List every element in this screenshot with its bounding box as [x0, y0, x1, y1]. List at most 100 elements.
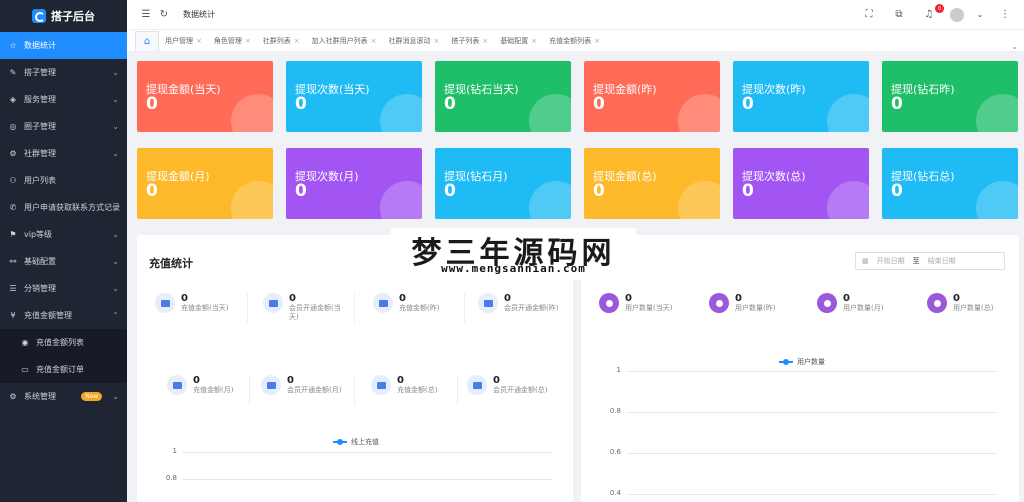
menu-toggle-icon[interactable]: ☰	[137, 9, 155, 20]
stat-text: 0 用户数量(总)	[953, 293, 993, 313]
sidebar-item-label: 服务管理	[24, 95, 56, 104]
translate-icon[interactable]: ⧉	[890, 9, 908, 20]
stat-card[interactable]: 提现次数(总) 0	[733, 148, 869, 219]
sidebar-item-1[interactable]: ✎ 搭子管理 ⌄	[0, 59, 127, 86]
sidebar-item-5[interactable]: ⚇ 用户列表	[0, 167, 127, 194]
close-icon[interactable]: ×	[245, 37, 251, 45]
y-tick-label: 0.6	[609, 448, 621, 456]
tab-label: 社群消息滚动	[388, 37, 431, 45]
card-value: 0	[742, 181, 754, 201]
sidebar-item-4[interactable]: ⚙ 社群管理 ⌄	[0, 140, 127, 167]
stat-item: 0 用户数量(月)	[817, 293, 883, 313]
chevron-down-icon[interactable]: ⌄	[1011, 42, 1018, 51]
fullscreen-icon[interactable]: ⛶	[860, 9, 878, 20]
gridline	[183, 452, 553, 453]
date-start[interactable]: 开始日期	[877, 256, 905, 266]
chevron-down-icon[interactable]: ⌄	[976, 10, 984, 19]
sidebar-item-label: 社群管理	[24, 149, 56, 158]
chevron-icon: ⌄	[112, 230, 119, 239]
chevron-icon: ⌄	[112, 284, 119, 293]
card-decoration	[380, 94, 422, 132]
sidebar-item-label: 分销管理	[24, 284, 56, 293]
divider	[457, 375, 458, 405]
wallet-icon	[155, 293, 175, 313]
card-value: 0	[891, 94, 903, 114]
sidebar-item-7[interactable]: ⚑ vip等级 ⌄	[0, 221, 127, 248]
sidebar-item-12[interactable]: ▭ 充值金额订单	[0, 356, 127, 383]
sidebar-item-13[interactable]: ⚙ 系统管理 New ⌄	[0, 383, 127, 410]
chevron-icon: ⌄	[112, 95, 119, 104]
circle-icon: ◎	[9, 122, 17, 131]
stat-value: 0	[843, 293, 850, 304]
avatar[interactable]	[950, 7, 964, 22]
wallet-icon	[371, 375, 391, 395]
stat-text: 0 用户数量(当天)	[625, 293, 672, 313]
stat-card[interactable]: 提现金额(当天) 0	[137, 61, 273, 132]
date-end[interactable]: 结束日期	[928, 256, 956, 266]
dot-icon: ◉	[21, 338, 29, 347]
sidebar-item-2[interactable]: ◈ 服务管理 ⌄	[0, 86, 127, 113]
gridline	[183, 479, 553, 480]
card-value: 0	[593, 94, 605, 114]
gridline	[627, 494, 997, 495]
tab-7[interactable]: 充值金额列表 ×	[543, 31, 606, 51]
stat-card[interactable]: 提现金额(总) 0	[584, 148, 720, 219]
card-decoration	[380, 181, 422, 219]
sidebar-item-9[interactable]: ☰ 分销管理 ⌄	[0, 275, 127, 302]
refresh-icon[interactable]: ↻	[155, 9, 173, 20]
stat-label: 充值金额(昨)	[399, 304, 440, 312]
tab-home[interactable]: ⌂	[135, 31, 159, 51]
sidebar-item-0[interactable]: ☆ 数据统计	[0, 32, 127, 59]
stat-card[interactable]: 提现金额(昨) 0	[584, 61, 720, 132]
close-icon[interactable]: ×	[482, 37, 488, 45]
close-icon[interactable]: ×	[196, 37, 202, 45]
card-decoration	[678, 181, 720, 219]
sidebar-item-label: 系统管理	[24, 392, 56, 401]
stat-value: 0	[493, 375, 500, 386]
tab-1[interactable]: 角色管理 ×	[208, 31, 257, 51]
sidebar-item-11[interactable]: ◉ 充值金额列表	[0, 329, 127, 356]
stat-card[interactable]: 提现次数(当天) 0	[286, 61, 422, 132]
stat-label: 用户数量(当天)	[625, 304, 673, 312]
stat-value: 0	[181, 293, 188, 304]
new-badge: New	[81, 392, 103, 401]
stat-card[interactable]: 提现(钻石月) 0	[435, 148, 571, 219]
date-range-picker[interactable]: ▦ 开始日期 至 结束日期	[855, 252, 1005, 270]
stat-card[interactable]: 提现次数(月) 0	[286, 148, 422, 219]
stat-value: 0	[289, 293, 296, 304]
gridline	[627, 371, 997, 372]
stat-card[interactable]: 提现(钻石当天) 0	[435, 61, 571, 132]
close-icon[interactable]: ×	[371, 37, 377, 45]
icon-glyph	[823, 299, 831, 307]
tab-4[interactable]: 社群消息滚动 ×	[383, 31, 446, 51]
icon-glyph	[605, 299, 613, 307]
app-logo[interactable]: 搭子后台	[0, 0, 127, 32]
tab-2[interactable]: 社群列表 ×	[257, 31, 306, 51]
tab-3[interactable]: 加入社群用户列表 ×	[306, 31, 383, 51]
close-icon[interactable]: ×	[531, 37, 537, 45]
bell-icon[interactable]: ♫ 0	[920, 4, 944, 20]
more-icon[interactable]: ⋮	[996, 9, 1014, 20]
y-tick-label: 0.4	[609, 489, 621, 497]
close-icon[interactable]: ×	[294, 37, 300, 45]
card-value: 0	[146, 181, 158, 201]
topbar-actions: ⛶ ⧉ ♫ 0 ⌄ ⋮	[860, 4, 1014, 22]
stat-card[interactable]: 提现金额(月) 0	[137, 148, 273, 219]
sidebar-item-10[interactable]: ¥ 充值金额管理 ⌃	[0, 302, 127, 329]
stat-card[interactable]: 提现次数(昨) 0	[733, 61, 869, 132]
stat-card[interactable]: 提现(钻石总) 0	[882, 148, 1018, 219]
close-icon[interactable]: ×	[594, 37, 600, 45]
tab-0[interactable]: 用户管理 ×	[159, 31, 208, 51]
tab-6[interactable]: 基础配置 ×	[494, 31, 543, 51]
close-icon[interactable]: ×	[434, 37, 440, 45]
sidebar-item-6[interactable]: ✆ 用户申请获取联系方式记录	[0, 194, 127, 221]
divider	[354, 293, 355, 323]
sidebar-item-3[interactable]: ◎ 圈子管理 ⌄	[0, 113, 127, 140]
sidebar-item-label: 圈子管理	[24, 122, 56, 131]
sidebar-item-8[interactable]: ⚯ 基础配置 ⌄	[0, 248, 127, 275]
stat-card[interactable]: 提现(钻石昨) 0	[882, 61, 1018, 132]
stat-item: 0 用户数量(当天)	[599, 293, 672, 313]
tab-5[interactable]: 搭子列表 ×	[445, 31, 494, 51]
card-decoration	[827, 94, 869, 132]
card-decoration	[231, 94, 273, 132]
